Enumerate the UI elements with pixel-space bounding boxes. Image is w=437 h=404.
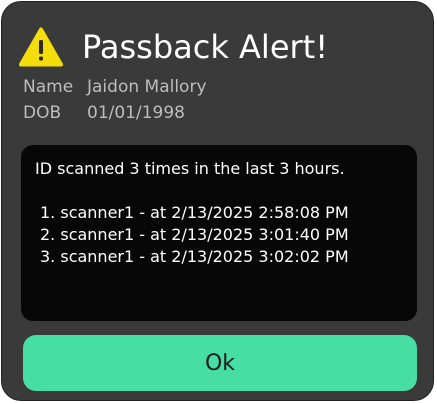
ok-button[interactable]: Ok	[23, 335, 417, 391]
dob-label: DOB	[23, 103, 62, 123]
name-row: Name Jaidon Mallory	[23, 75, 207, 99]
dob-row: DOB 01/01/1998	[23, 101, 185, 125]
scan-list-item: 1. scanner1 - at 2/13/2025 2:58:08 PM	[40, 203, 349, 222]
dob-value: 01/01/1998	[87, 103, 185, 123]
scan-message-box: ID scanned 3 times in the last 3 hours. …	[21, 145, 417, 321]
scan-list-item: 2. scanner1 - at 2/13/2025 3:01:40 PM	[40, 225, 349, 244]
name-label: Name	[23, 77, 74, 97]
scan-summary: ID scanned 3 times in the last 3 hours.	[35, 159, 345, 178]
name-value: Jaidon Mallory	[87, 77, 207, 97]
passback-alert-dialog: Passback Alert! Name Jaidon Mallory DOB 01…	[1, 1, 434, 401]
scan-list: 1. scanner1 - at 2/13/2025 2:58:08 PM 2.…	[35, 202, 403, 268]
scan-list-item: 3. scanner1 - at 2/13/2025 3:02:02 PM	[40, 247, 349, 266]
dialog-title: Passback Alert!	[82, 28, 329, 66]
warning-triangle-icon	[19, 27, 63, 67]
